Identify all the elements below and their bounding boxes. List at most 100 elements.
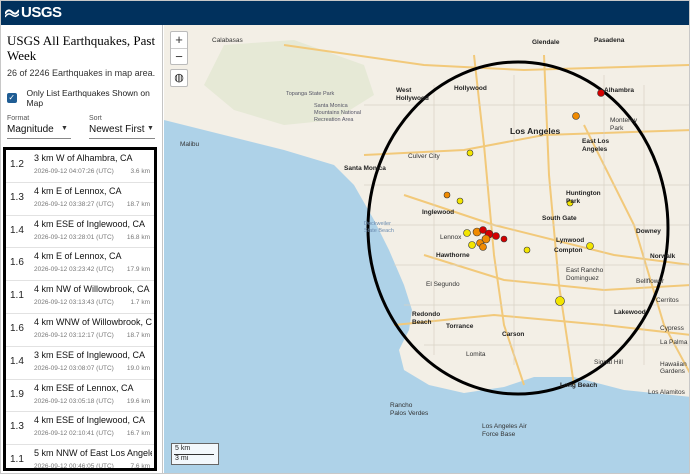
magnitude: 1.1 xyxy=(10,454,24,466)
map-label: Lomita xyxy=(466,351,486,358)
list-item[interactable]: 1.6 4 km WNW of Willowbrook, CA 2026-09-… xyxy=(6,314,154,347)
map-label: Santa Monica xyxy=(344,165,386,172)
timestamp: 2026-09-12 03:13:43 (UTC) xyxy=(34,299,114,307)
map-label: La Palma xyxy=(660,339,688,346)
zoom-in-button[interactable]: + xyxy=(171,32,187,48)
depth: 19.0 km xyxy=(126,364,150,372)
list-item[interactable]: 1.3 4 km ESE of Inglewood, CA 2026-09-12… xyxy=(6,412,154,446)
zoom-out-button[interactable]: − xyxy=(171,49,187,65)
map-label: Cerritos xyxy=(656,297,679,304)
earthquake-marker xyxy=(443,191,451,199)
magnitude: 1.4 xyxy=(10,224,24,236)
map-label: Hawthorne xyxy=(436,252,470,259)
magnitude: 1.3 xyxy=(10,421,24,433)
magnitude: 1.6 xyxy=(10,257,24,269)
earthquake-marker xyxy=(456,197,464,205)
timestamp: 2026-09-12 04:07:26 (UTC) xyxy=(34,168,114,175)
earthquake-count: 26 of 2246 Earthquakes in map area. xyxy=(7,68,156,78)
earthquake-marker xyxy=(479,243,487,251)
map-label: Inglewood xyxy=(422,209,455,216)
map-label: Rancho Palos Verdes xyxy=(390,402,429,417)
map-label: South Gate xyxy=(542,215,577,222)
checkbox-checked-icon[interactable]: ✓ xyxy=(7,93,17,103)
timestamp: 2026-09-12 00:46:05 (UTC) xyxy=(34,463,114,471)
location: 4 km E of Lennox, CA xyxy=(34,251,122,262)
list-item[interactable]: 1.1 4 km NW of Willowbrook, CA 2026-09-1… xyxy=(6,281,154,314)
map-label: Santa Monica Mountains National Recreati… xyxy=(314,103,362,123)
map-label: Monterey Park xyxy=(610,117,638,132)
timestamp: 2026-09-12 03:38:27 (UTC) xyxy=(34,200,114,208)
earthquake-marker xyxy=(572,112,580,120)
list-item[interactable]: 1.2 3 km W of Alhambra, CA 2026-09-12 04… xyxy=(6,150,154,183)
list-item[interactable]: 1.4 3 km ESE of Inglewood, CA 2026-09-12… xyxy=(6,347,154,380)
magnitude: 1.1 xyxy=(10,290,24,302)
magnitude: 1.6 xyxy=(10,322,24,334)
map-label: Long Beach xyxy=(560,382,598,389)
sort-label: Sort xyxy=(89,115,102,122)
magnitude: 1.4 xyxy=(10,355,24,367)
location: 4 km ESE of Lennox, CA xyxy=(34,382,134,393)
map-label: West Hollywood xyxy=(396,87,429,102)
usgs-map-window: USGS USGS All Earthquakes, Past Week 26 … xyxy=(0,0,690,474)
usgs-logo[interactable]: USGS xyxy=(5,4,62,21)
location: 4 km WNW of Willowbrook, CA xyxy=(34,316,152,327)
map-filter-label: Only List Earthquakes Shown on Map xyxy=(26,88,150,108)
timestamp: 2026-09-12 03:23:42 (UTC) xyxy=(34,266,114,274)
map-label: East Rancho Dominguez xyxy=(566,267,604,282)
map-label: East Los Angeles xyxy=(582,138,610,153)
timestamp: 2026-09-12 03:05:18 (UTC) xyxy=(34,397,114,405)
map-label: Dockweiler State Beach xyxy=(364,221,394,234)
map-canvas[interactable]: Calabasas Glendale Pasadena Topanga Stat… xyxy=(164,25,689,473)
format-select[interactable]: Magnitude xyxy=(7,124,54,135)
location: 3 km ESE of Inglewood, CA xyxy=(34,349,146,360)
timestamp: 2026-09-12 02:10:41 (UTC) xyxy=(34,430,114,438)
map-label: Los Alamitos xyxy=(648,389,685,396)
map-label: Torrance xyxy=(446,323,474,330)
format-label: Format xyxy=(7,115,30,122)
format-chevron-down-icon[interactable]: ▼ xyxy=(61,125,68,132)
earthquake-marker xyxy=(468,241,476,249)
scale-km: 5 km xyxy=(175,445,191,452)
depth: 18.7 km xyxy=(126,331,150,339)
zoom-control: + − xyxy=(170,31,188,65)
earthquake-list[interactable]: 1.2 3 km W of Alhambra, CA 2026-09-12 04… xyxy=(3,147,157,471)
sort-underline xyxy=(89,138,155,139)
search-radius-circle xyxy=(366,60,670,396)
map-label: Downey xyxy=(636,228,661,235)
globe-icon[interactable]: ◍ xyxy=(170,69,188,87)
map-label: Malibu xyxy=(180,141,200,148)
map-label: Topanga State Park xyxy=(286,91,335,97)
map-label: Huntington Park xyxy=(566,190,601,205)
map-label: Alhambra xyxy=(604,87,634,94)
map-label: Los Angeles xyxy=(510,126,561,136)
map-label: Hollywood xyxy=(454,85,487,92)
location: 4 km E of Lennox, CA xyxy=(34,185,122,196)
depth: 17.9 km xyxy=(126,266,150,274)
list-item[interactable]: 1.1 5 km NNW of East Los Angeles, CA 202… xyxy=(6,445,154,471)
timestamp: 2026-09-12 03:12:17 (UTC) xyxy=(34,331,114,339)
depth: 16.8 km xyxy=(126,233,150,241)
list-item[interactable]: 1.4 4 km ESE of Inglewood, CA 2026-09-12… xyxy=(6,216,154,249)
sort-chevron-down-icon[interactable]: ▼ xyxy=(147,125,154,132)
ocean xyxy=(164,120,689,473)
sort-select[interactable]: Newest First xyxy=(89,124,145,135)
list-item[interactable]: 1.3 4 km E of Lennox, CA 2026-09-12 03:3… xyxy=(6,183,154,216)
earthquake-marker xyxy=(466,149,474,157)
earthquake-marker xyxy=(500,235,508,243)
map-label: Glendale xyxy=(532,39,560,46)
map-label: Calabasas xyxy=(212,37,243,44)
list-item[interactable]: 1.9 4 km ESE of Lennox, CA 2026-09-12 03… xyxy=(6,380,154,413)
map-label: Bellflower xyxy=(636,278,665,285)
earthquake-marker xyxy=(555,296,565,306)
map-label: Lennox xyxy=(440,234,462,241)
format-underline xyxy=(7,138,71,139)
header-bar: USGS xyxy=(1,1,689,25)
map-label: Compton xyxy=(554,247,583,254)
list-item[interactable]: 1.6 4 km E of Lennox, CA 2026-09-12 03:2… xyxy=(6,248,154,282)
timestamp: 2026-09-12 03:28:01 (UTC) xyxy=(34,233,114,241)
map-filter-checkbox-row[interactable]: ✓ Only List Earthquakes Shown on Map xyxy=(7,88,162,108)
map-label: Culver City xyxy=(408,153,440,160)
location: 3 km W of Alhambra, CA xyxy=(34,153,133,163)
logo-text: USGS xyxy=(21,4,62,21)
scale-bar: 5 km 3 mi xyxy=(171,443,219,465)
